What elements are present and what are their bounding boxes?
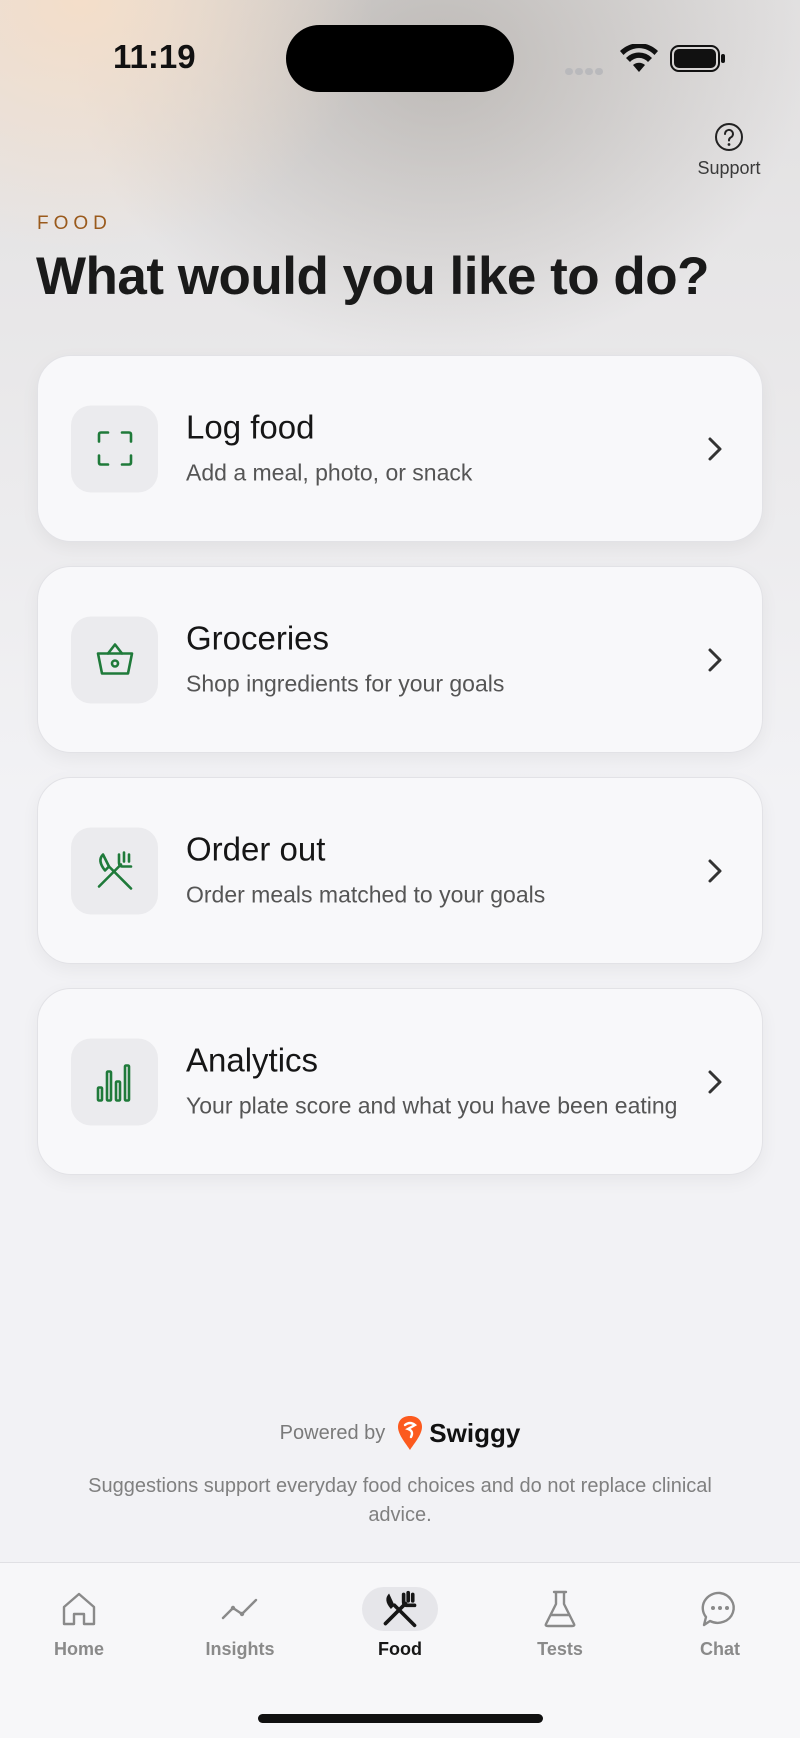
disclaimer-text: Suggestions support everyday food choice… — [88, 1475, 712, 1526]
card-subtitle: Your plate score and what you have been … — [186, 1092, 678, 1118]
order-out-icon-box — [71, 827, 158, 914]
card-title: Groceries — [186, 619, 330, 656]
swiggy-brand: Swiggy — [429, 1417, 521, 1448]
tab-label: Insights — [205, 1639, 275, 1659]
status-bar: 11:19 — [0, 0, 800, 115]
cellular-signal-icon — [565, 62, 605, 80]
log-food-card[interactable]: Log food Add a meal, photo, or snack — [37, 355, 763, 542]
tab-label: Chat — [700, 1639, 740, 1659]
log-food-text: Log food Add a meal, photo, or snack — [186, 408, 686, 489]
groceries-text: Groceries Shop ingredients for your goal… — [186, 619, 686, 700]
analytics-card[interactable]: Analytics Your plate score and what you … — [37, 988, 763, 1175]
tab-label: Food — [378, 1639, 422, 1659]
action-card-list: Log food Add a meal, photo, or snack Gro… — [37, 355, 763, 1199]
support-button[interactable]: Support — [690, 122, 768, 179]
analytics-icon-box — [71, 1038, 158, 1125]
chevron-right-icon — [708, 1070, 722, 1093]
tab-tests[interactable]: Tests — [505, 1587, 615, 1660]
card-subtitle: Order meals matched to your goals — [186, 881, 546, 907]
tab-insights[interactable]: Insights — [185, 1587, 295, 1660]
page-title: What would you like to do? — [36, 247, 710, 306]
help-circle-icon — [715, 123, 743, 151]
fork-knife-icon — [383, 1590, 417, 1628]
status-time: 11:19 — [113, 38, 196, 75]
analytics-text: Analytics Your plate score and what you … — [186, 1041, 686, 1122]
tab-food[interactable]: Food — [345, 1587, 455, 1660]
tab-label: Tests — [537, 1639, 583, 1659]
scan-frame-icon — [97, 431, 132, 466]
tab-chat[interactable]: Chat — [665, 1587, 775, 1660]
log-food-icon-box — [71, 405, 158, 492]
home-indicator — [258, 1714, 543, 1723]
chat-bubble-icon — [701, 1591, 735, 1627]
support-label: Support — [697, 158, 761, 178]
card-title: Analytics — [186, 1041, 319, 1078]
card-title: Order out — [186, 830, 326, 867]
tab-label: Home — [53, 1639, 104, 1659]
home-icon — [62, 1592, 96, 1626]
card-title: Log food — [186, 408, 315, 445]
bottom-tab-bar: Home Insights Food Tests Chat — [0, 1562, 800, 1738]
card-subtitle: Shop ingredients for your goals — [186, 670, 505, 696]
chevron-right-icon — [708, 859, 722, 882]
groceries-card[interactable]: Groceries Shop ingredients for your goal… — [37, 566, 763, 753]
powered-by-label: Powered by — [279, 1421, 386, 1444]
order-out-text: Order out Order meals matched to your go… — [186, 830, 686, 911]
swiggy-logo-icon — [398, 1416, 423, 1450]
chevron-right-icon — [708, 437, 722, 460]
wifi-icon — [620, 44, 658, 72]
chevron-right-icon — [708, 648, 722, 671]
flask-icon — [544, 1590, 576, 1628]
groceries-icon-box — [71, 616, 158, 703]
tab-home[interactable]: Home — [24, 1587, 134, 1660]
order-out-card[interactable]: Order out Order meals matched to your go… — [37, 777, 763, 964]
battery-icon — [670, 45, 725, 72]
powered-by: Powered by Swiggy — [0, 1415, 800, 1451]
card-subtitle: Add a meal, photo, or snack — [186, 459, 473, 485]
section-eyebrow: FOOD — [37, 213, 112, 234]
trend-line-icon — [221, 1598, 258, 1620]
basket-icon — [96, 643, 133, 675]
bar-chart-icon — [96, 1064, 130, 1102]
dynamic-island — [286, 25, 514, 92]
fork-knife-icon — [97, 851, 132, 890]
